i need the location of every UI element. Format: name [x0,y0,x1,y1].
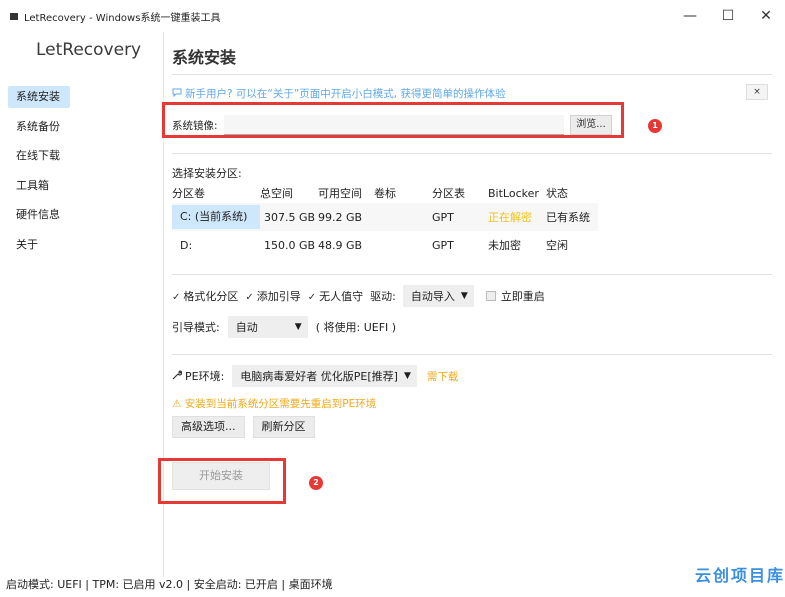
table-row[interactable]: C: (当前系统) 307.5 GB 99.2 GB GPT 正在解密 已有系统 [172,203,598,231]
status-bar: 启动模式: UEFI | TPM: 已启用 v2.0 | 安全启动: 已开启 |… [6,578,333,591]
install-options-row: ✓ 格式化分区 ✓ 添加引导 ✓ 无人值守 驱动: 自动导入 ▼ 立即重启 [172,285,545,307]
table-row[interactable]: D: 150.0 GB 48.9 GB GPT 未加密 空闲 [172,231,598,259]
add-boot-label: 添加引导 [256,290,301,303]
system-image-input[interactable] [223,115,564,135]
start-install-button[interactable]: 开始安装 [172,462,270,490]
partition-table: 分区卷 总空间 可用空间 卷标 分区表 BitLocker 状态 C: (当前系… [172,183,598,259]
pe-env-value: 电脑病毒爱好者 优化版PE[推荐] [240,370,398,383]
brand-title: LetRecovery [36,40,142,60]
cell-status: 空闲 [546,239,568,252]
title-bar: LetRecovery - Windows系统一键重装工具 — ☐ ✕ [0,0,785,32]
dropdown-arrow-icon: ▼ [403,371,411,381]
cell-status: 已有系统 [546,211,590,224]
format-label: 格式化分区 [183,290,239,303]
add-boot-checkbox[interactable]: ✓ 添加引导 [245,288,300,304]
sidebar-item-about[interactable]: 关于 [8,234,70,256]
chat-icon [172,87,182,100]
checkmark-icon: ✓ [172,292,181,303]
checkmark-icon: ✓ [307,292,317,303]
sidebar-item-hardware-info[interactable]: 硬件信息 [8,204,70,226]
sidebar-item-system-backup[interactable]: 系统备份 [8,116,70,138]
pe-env-dropdown[interactable]: 电脑病毒爱好者 优化版PE[推荐] ▼ [232,365,417,387]
driver-dropdown-value: 自动导入 [410,290,455,303]
system-image-label: 系统镜像: [172,119,218,132]
table-header: 分区卷 总空间 可用空间 卷标 分区表 BitLocker 状态 [172,183,598,203]
boot-mode-dropdown[interactable]: 自动 ▼ [227,316,308,338]
annotation-badge-2: 2 [309,476,323,490]
cell-volume: D: [180,238,193,252]
tip-close-button[interactable]: × [746,84,768,100]
sidebar-item-toolbox[interactable]: 工具箱 [8,175,70,197]
boot-mode-value: 自动 [235,321,258,334]
cell-total: 307.5 GB [264,210,316,224]
reboot-label: 立即重启 [500,290,545,303]
annotation-badge-1: 1 [648,119,662,133]
refresh-partitions-button[interactable]: 刷新分区 [252,416,315,438]
pe-warning-text: ⚠ 安装到当前系统分区需要先重启到PE环境 [172,398,377,410]
tip-text: 新手用户? 可以在“关于”页面中开启小白模式, 获得更简单的操作体验 [185,88,506,100]
header-bitlocker: BitLocker [488,186,539,200]
unattended-label: 无人值守 [319,290,364,303]
section-divider-1 [172,153,772,154]
format-checkbox[interactable]: ✓ 格式化分区 [172,288,238,304]
action-buttons-row: 高级选项... 刷新分区 [172,416,323,438]
sidebar-item-online-download[interactable]: 在线下载 [8,145,70,167]
unattended-checkbox[interactable]: ✓ 无人值守 [308,288,363,304]
browse-button[interactable]: 浏览... [570,115,612,135]
checkmark-icon: ✓ [245,292,254,303]
header-partition-table: 分区表 [432,187,465,200]
header-volume: 分区卷 [172,187,205,200]
boot-mode-note: ( 将使用: UEFI ) [315,321,397,334]
pe-env-label: PE环境: [185,370,225,383]
watermark: 云创项目库 [694,566,785,585]
cell-free: 48.9 GB [318,238,363,252]
sidebar: LetRecovery 系统安装 系统备份 在线下载 工具箱 硬件信息 关于 [0,32,164,577]
close-button[interactable]: ✕ [747,0,785,32]
cell-bitlocker: 正在解密 [488,211,532,224]
page-title: 系统安装 [172,48,237,67]
reboot-checkbox[interactable] [485,291,496,301]
header-free: 可用空间 [318,187,362,200]
section-divider-3 [172,354,772,355]
system-image-row: 系统镜像: 浏览... [172,115,612,135]
driver-label: 驱动: [370,290,396,303]
dropdown-arrow-icon: ▼ [460,291,468,301]
header-label: 卷标 [374,187,396,200]
window-title: LetRecovery - Windows系统一键重装工具 [24,12,221,24]
partition-section-label: 选择安装分区: [172,167,242,180]
app-icon [10,12,18,20]
sidebar-item-system-install[interactable]: 系统安装 [8,86,70,108]
minimize-button[interactable]: — [671,0,709,32]
header-total: 总空间 [260,187,293,200]
cell-free: 99.2 GB [318,210,363,224]
pe-env-row: PE环境: 电脑病毒爱好者 优化版PE[推荐] ▼ 需下载 [172,365,458,387]
advanced-options-button[interactable]: 高级选项... [172,416,245,438]
header-status: 状态 [546,187,568,200]
cell-total: 150.0 GB [264,238,316,252]
tip-banner: 新手用户? 可以在“关于”页面中开启小白模式, 获得更简单的操作体验 [172,86,505,101]
driver-dropdown[interactable]: 自动导入 ▼ [402,285,474,307]
cell-partition-table: GPT [432,210,454,224]
boot-mode-label: 引导模式: [172,321,220,334]
dropdown-arrow-icon: ▼ [294,322,302,332]
cell-partition-table: GPT [432,238,454,252]
section-divider-2 [172,274,772,275]
window-controls: — ☐ ✕ [671,0,785,32]
maximize-button[interactable]: ☐ [709,0,747,32]
sidebar-nav: 系统安装 系统备份 在线下载 工具箱 硬件信息 关于 [8,86,158,264]
cell-volume: C: (当前系统) [172,205,260,229]
cell-bitlocker: 未加密 [488,239,521,252]
wrench-icon [172,369,183,383]
need-download-text: 需下载 [426,370,459,383]
boot-mode-row: 引导模式: 自动 ▼ ( 将使用: UEFI ) [172,316,396,338]
title-divider [172,74,772,75]
